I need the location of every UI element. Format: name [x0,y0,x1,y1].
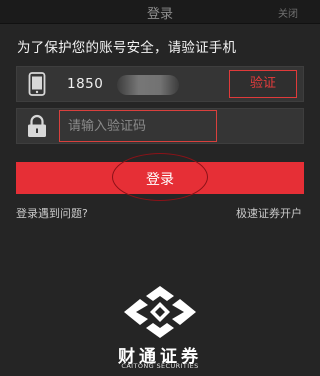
open-account-link[interactable]: 极速证券开户 [236,205,302,221]
security-notice: 为了保护您的账号安全，请验证手机 [17,40,237,56]
login-problem-link[interactable]: 登录遇到问题? [16,205,88,221]
login-page: 登录 关闭 为了保护您的账号安全，请验证手机 1850 验证 登录 登录遇 [0,0,320,376]
brand-name-english: CAITONG SECURITIES [121,362,199,370]
verification-code-input[interactable] [59,110,217,142]
login-button-label: 登录 [146,172,174,188]
top-bar: 登录 关闭 [0,0,320,24]
login-button[interactable]: 登录 [16,153,304,201]
code-row [16,108,304,144]
verify-button[interactable]: 验证 [229,70,297,98]
phone-number-mask [117,75,179,95]
close-button[interactable]: 关闭 [278,5,298,20]
phone-row: 1850 验证 [16,66,304,102]
phone-number: 1850 [67,76,104,92]
lock-icon [17,109,57,143]
caitong-logo [118,285,202,343]
page-title: 登录 [146,7,173,22]
mobile-phone-icon [17,67,57,101]
